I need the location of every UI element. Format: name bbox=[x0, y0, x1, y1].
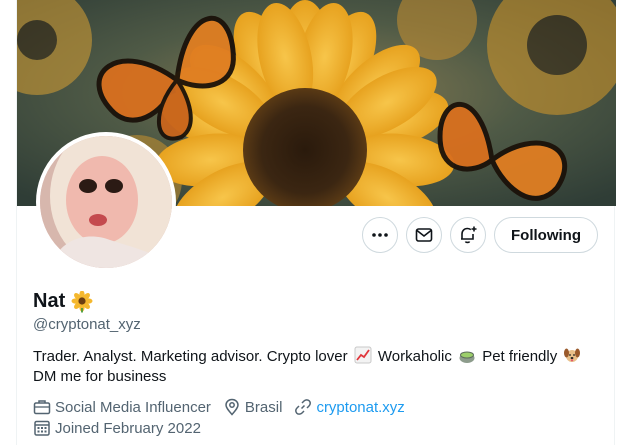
bio-text-4: DM me for business bbox=[33, 368, 167, 385]
bell-plus-icon bbox=[461, 226, 477, 244]
more-button[interactable] bbox=[362, 217, 399, 253]
category-label: Social Media Influencer bbox=[55, 398, 211, 416]
mail-icon bbox=[415, 228, 433, 242]
message-button[interactable] bbox=[406, 217, 443, 253]
display-name: Nat bbox=[33, 290, 66, 312]
profile-card: Following Nat @cryptonat_xyz Trader. Ana… bbox=[16, 0, 616, 445]
sunflower-emoji-icon bbox=[71, 290, 93, 312]
avatar[interactable] bbox=[36, 132, 176, 272]
location-label: Brasil bbox=[244, 398, 283, 416]
profile-actions: Following bbox=[362, 217, 598, 253]
profile-meta-row-2: Joined February 2022 bbox=[33, 419, 201, 437]
briefcase-icon bbox=[33, 400, 51, 415]
website-item: cryptonat.xyz bbox=[294, 398, 405, 416]
avatar-image bbox=[40, 136, 172, 268]
user-handle: @cryptonat_xyz bbox=[33, 316, 141, 333]
link-icon bbox=[295, 399, 312, 415]
bio-text-3: Pet friendly bbox=[482, 348, 558, 365]
chart-increasing-emoji-icon bbox=[354, 346, 372, 364]
profile-bio: Trader. Analyst. Marketing advisor. Cryp… bbox=[33, 346, 603, 387]
bio-text-2: Workaholic bbox=[377, 348, 452, 365]
joined-label: Joined February 2022 bbox=[55, 419, 201, 437]
following-button[interactable]: Following bbox=[494, 217, 598, 253]
profile-meta-row-1: Social Media Influencer Brasil cryptonat… bbox=[33, 398, 405, 416]
location-item: Brasil bbox=[223, 398, 283, 416]
calendar-icon bbox=[34, 420, 50, 436]
bio-text-1: Trader. Analyst. Marketing advisor. Cryp… bbox=[33, 348, 348, 365]
joined-item: Joined February 2022 bbox=[33, 419, 201, 437]
more-icon bbox=[372, 233, 388, 237]
location-pin-icon bbox=[225, 398, 239, 416]
name-row: Nat bbox=[33, 290, 93, 313]
matcha-tea-emoji-icon bbox=[459, 351, 475, 363]
category-item: Social Media Influencer bbox=[33, 398, 211, 416]
notify-button[interactable] bbox=[450, 217, 487, 253]
dog-face-emoji-icon bbox=[564, 348, 581, 362]
website-link[interactable]: cryptonat.xyz bbox=[316, 399, 404, 416]
